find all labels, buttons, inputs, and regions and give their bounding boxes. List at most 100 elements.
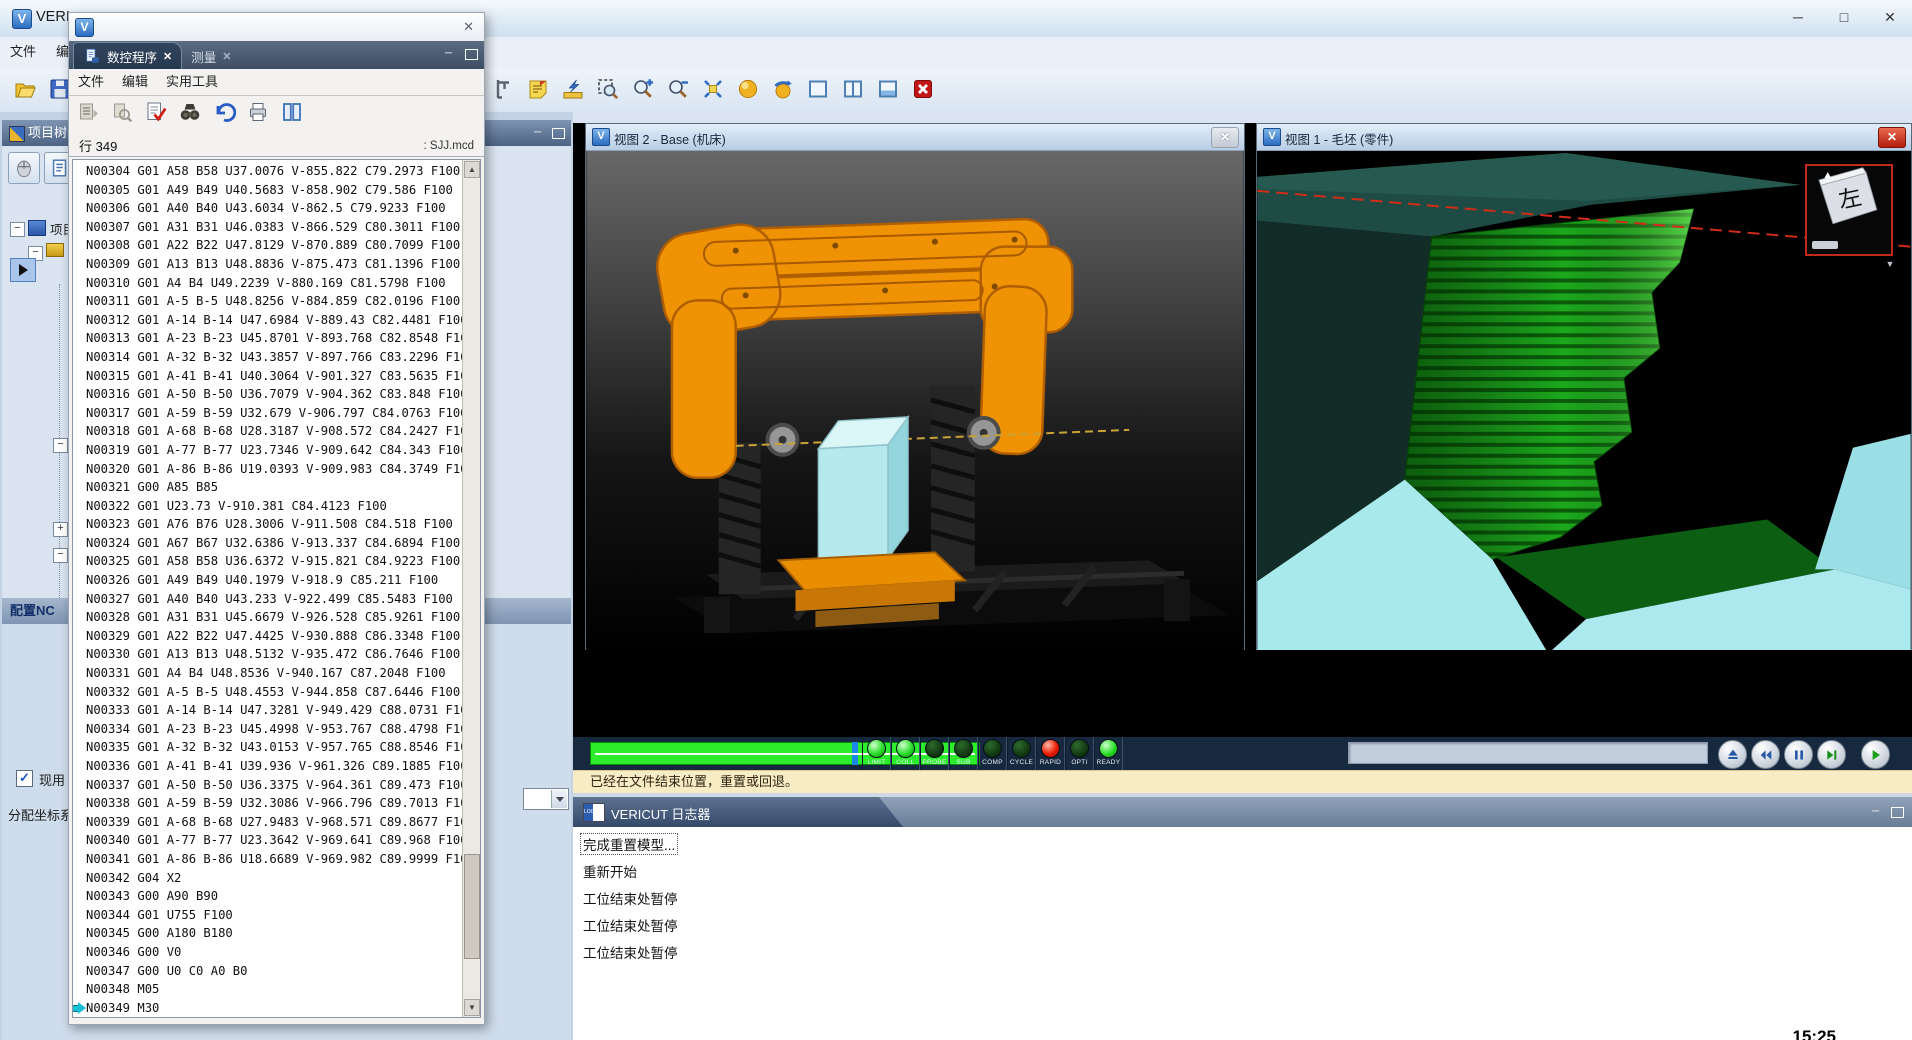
orientation-cube[interactable]: 左 [1805,164,1893,256]
mouse-mode-button[interactable] [8,152,40,184]
nc-window-close-icon[interactable]: ✕ [463,19,474,35]
nc-code-line[interactable]: N00326 G01 A49 B49 U40.1979 V-918.9 C85.… [73,571,462,590]
tab-close-icon[interactable]: ✕ [222,50,231,63]
mdi-input-field[interactable] [1348,742,1708,764]
log-float-icon[interactable] [1891,807,1904,818]
layout-split-icon[interactable] [873,74,903,104]
nc-code-line[interactable]: N00336 G01 A-41 B-41 U39.936 V-961.326 C… [73,757,462,776]
menu-item[interactable]: 文件 [69,69,113,94]
current-node-marker[interactable] [10,258,36,282]
nc-code-line[interactable]: N00313 G01 A-23 B-23 U45.8701 V-893.768 … [73,329,462,348]
nc-code-line[interactable]: N00325 G01 A58 B58 U36.6372 V-915.821 C8… [73,552,462,571]
nc-scrollbar[interactable]: ▲ ▼ [462,160,480,1017]
led-comp[interactable]: COMP [978,737,1007,770]
play-to-end-button[interactable] [1817,740,1846,769]
nc-check-icon[interactable] [141,97,171,127]
close-button[interactable]: ✕ [1874,5,1906,29]
nc-code-line[interactable]: N00347 G00 U0 C0 A0 B0 [73,962,462,981]
tree-machine-node[interactable] [46,243,68,258]
tree-expander[interactable]: − [53,548,68,563]
led-opti[interactable]: OPTI [1065,737,1094,770]
nc-code-line[interactable]: N00335 G01 A-32 B-32 U43.0153 V-957.765 … [73,738,462,757]
nc-code-line[interactable]: N00342 G04 X2 [73,869,462,888]
tab-测量[interactable]: 测量✕ [182,43,240,69]
nc-code-line[interactable]: N00311 G01 A-5 B-5 U48.8256 V-884.859 C8… [73,292,462,311]
undo-icon[interactable] [209,97,239,127]
view-1-part[interactable]: V 视图 1 - 毛坯 (零件) ✕ [1256,123,1912,650]
nc-code-line[interactable]: N00322 G01 U23.73 V-910.381 C84.4123 F10… [73,497,462,516]
rewind-button[interactable] [1751,740,1780,769]
log-entry[interactable]: 工位结束处暂停 [581,888,680,908]
shaded-sphere-icon[interactable] [733,74,763,104]
zoom-out-icon[interactable] [663,74,693,104]
nc-code-line[interactable]: N00331 G01 A4 B4 U48.8536 V-940.167 C87.… [73,664,462,683]
led-limit[interactable]: LIMIT [862,737,891,770]
nc-program-window[interactable]: V ✕ ─ 数控程序✕测量✕ 文件编辑实用工具 行 349 : SJJ.mcd … [68,12,485,1025]
find-binoculars-icon[interactable] [175,97,205,127]
nc-code-line[interactable]: N00304 G01 A58 B58 U37.0076 V-855.822 C7… [73,162,462,181]
close-view-icon[interactable] [908,74,938,104]
nc-code-line[interactable]: N00334 G01 A-23 B-23 U45.4998 V-953.767 … [73,720,462,739]
nc-code-line[interactable]: N00330 G01 A13 B13 U48.5132 V-935.472 C8… [73,645,462,664]
view-2-machine[interactable]: V 视图 2 - Base (机床) ✕ [585,123,1245,650]
log-entry[interactable]: 工位结束处暂停 [581,942,680,962]
led-probe[interactable]: PROBE [920,737,949,770]
nc-code-line[interactable]: N00324 G01 A67 B67 U32.6386 V-913.337 C8… [73,534,462,553]
nc-window-titlebar[interactable]: V ✕ [69,13,484,42]
log-minimize-icon[interactable]: ─ [1869,805,1882,818]
view-2-titlebar[interactable]: V 视图 2 - Base (机床) ✕ [586,124,1244,151]
nc-code-line[interactable]: N00337 G01 A-50 B-50 U36.3375 V-964.361 … [73,776,462,795]
tab-close-icon[interactable]: ✕ [163,50,172,63]
led-sub[interactable]: SUB [949,737,978,770]
nc-code-line[interactable]: N00348 M05 [73,980,462,999]
log-entry[interactable]: 完成重置模型... [581,834,677,854]
nc-code-line[interactable]: N00339 G01 A-68 B-68 U27.9483 V-968.571 … [73,813,462,832]
nc-float-icon[interactable] [465,49,478,60]
step-block-button[interactable] [1718,740,1747,769]
pause-button[interactable] [1784,740,1813,769]
log-entry[interactable]: 重新开始 [581,861,639,881]
report-note-icon[interactable] [523,74,553,104]
maximize-button[interactable]: □ [1828,5,1860,29]
tree-expander[interactable]: − [53,438,68,453]
nc-code-line[interactable]: N00343 G00 A90 B90 [73,887,462,906]
layout-two-pane-icon[interactable] [838,74,868,104]
tree-expander[interactable]: + [53,522,68,537]
led-cycle[interactable]: CYCLE [1007,737,1036,770]
view-1-close-icon[interactable]: ✕ [1878,127,1906,148]
nc-code-line[interactable]: N00344 G01 U755 F100 [73,906,462,925]
view-1-titlebar[interactable]: V 视图 1 - 毛坯 (零件) ✕ [1257,124,1911,151]
nc-code-line[interactable]: N00341 G01 A-86 B-86 U18.6689 V-969.982 … [73,850,462,869]
tree-expander[interactable]: − [10,222,25,237]
nc-list-icon[interactable] [73,97,103,127]
nc-code-line[interactable]: N00305 G01 A49 B49 U40.5683 V-858.902 C7… [73,181,462,200]
measure-caliper-icon[interactable] [488,74,518,104]
panel-float-icon[interactable] [552,128,565,139]
menu-item[interactable]: 编辑 [113,69,157,94]
nc-code-line[interactable]: N00312 G01 A-14 B-14 U47.6984 V-889.43 C… [73,311,462,330]
active-checkbox[interactable]: ✓ [16,770,33,787]
menu-item[interactable]: 实用工具 [157,69,227,94]
tool-setup-icon[interactable] [558,74,588,104]
menu-item[interactable]: 文件 [0,37,46,67]
print-icon[interactable] [243,97,273,127]
zoom-window-icon[interactable] [593,74,623,104]
log-entry[interactable]: 工位结束处暂停 [581,915,680,935]
nc-code-line[interactable]: N00308 G01 A22 B22 U47.8129 V-870.889 C8… [73,236,462,255]
cube-menu-arrow-icon[interactable]: ▼ [1883,258,1897,270]
nc-code-line[interactable]: N00345 G00 A180 B180 [73,924,462,943]
nc-code-line[interactable]: N00333 G01 A-14 B-14 U47.3281 V-949.429 … [73,701,462,720]
nc-code-line[interactable]: N00321 G00 A85 B85 [73,478,462,497]
rotate-view-icon[interactable] [768,74,798,104]
minimize-button[interactable]: ─ [1782,5,1814,29]
nc-code-line[interactable]: N00319 G01 A-77 B-77 U23.7346 V-909.642 … [73,441,462,460]
machine-3d-render[interactable] [586,151,1244,650]
led-coll[interactable]: COLL [891,737,920,770]
log-titlebar[interactable]: LOG VERICUT 日志器 ─ [573,797,1912,827]
split-columns-icon[interactable] [277,97,307,127]
nc-code-line[interactable]: N00340 G01 A-77 B-77 U23.3642 V-969.641 … [73,831,462,850]
scroll-up-icon[interactable]: ▲ [464,161,480,178]
nc-code-line[interactable]: N00317 G01 A-59 B-59 U32.679 V-906.797 C… [73,404,462,423]
nc-code-line[interactable]: N00323 G01 A76 B76 U28.3006 V-911.508 C8… [73,515,462,534]
open-project-icon[interactable] [10,74,40,104]
